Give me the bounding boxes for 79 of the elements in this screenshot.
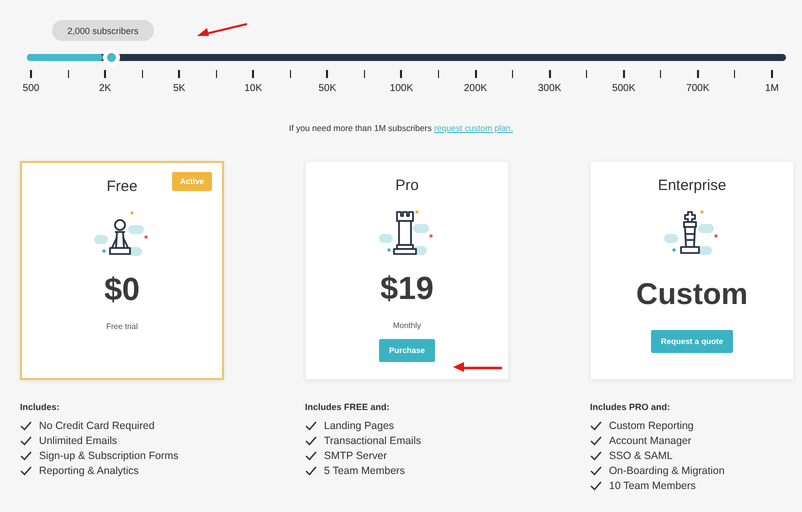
tick-label: 700K	[686, 83, 710, 94]
plan-title: Free	[106, 178, 138, 195]
tick-mark	[660, 70, 662, 78]
tick-mark	[364, 70, 365, 78]
value-tooltip: 2,000 subscribers	[52, 20, 154, 41]
tick-mark	[548, 70, 551, 78]
tick-mark	[696, 70, 699, 78]
feature-text: SMTP Server	[324, 450, 387, 462]
annotation-arrow	[195, 22, 249, 38]
plan-price: $19	[380, 270, 434, 307]
includes-heading: Includes FREE and:	[305, 402, 391, 412]
feature-text: Account Manager	[609, 434, 692, 446]
feature-text: 5 Team Members	[324, 464, 405, 476]
tick-label: 500K	[612, 83, 636, 94]
check-icon	[305, 436, 317, 446]
feature-text: Landing Pages	[324, 420, 394, 432]
slider-track[interactable]	[27, 49, 786, 66]
check-icon	[305, 420, 317, 430]
tick-mark	[104, 70, 106, 78]
check-icon	[590, 480, 602, 490]
plan-button[interactable]: Request a quote	[650, 330, 734, 353]
tick-mark	[622, 70, 625, 78]
custom-plan-link[interactable]: request custom plan.	[434, 123, 513, 133]
feature-text: Custom Reporting	[609, 420, 694, 432]
check-icon	[305, 466, 317, 476]
tick-label: 500	[22, 83, 40, 94]
tick-label: 200K	[464, 83, 488, 94]
tick-mark	[216, 70, 217, 78]
tick-mark	[290, 70, 291, 78]
plan-price: Custom	[636, 278, 748, 312]
plan-title: Pro	[395, 177, 419, 194]
tick-mark	[474, 70, 477, 78]
feature-text: On-Boarding & Migration	[609, 464, 725, 476]
custom-plan-note: If you need more than 1M subscribers request custom plan.	[288, 123, 514, 133]
check-icon	[590, 450, 602, 460]
slider-thumb[interactable]	[102, 49, 120, 66]
tick-label: 2K	[98, 83, 112, 94]
tick-mark	[30, 70, 32, 78]
tick-label: 1M	[764, 83, 779, 94]
feature-text: 10 Team Members	[609, 480, 696, 492]
tick-mark	[734, 70, 736, 78]
feature-text: Transactional Emails	[324, 434, 422, 446]
annotation-arrow	[452, 362, 504, 372]
tick-mark	[142, 70, 143, 78]
check-icon	[20, 436, 32, 446]
tick-label: 100K	[390, 83, 414, 94]
feature-text: Reporting & Analytics	[39, 464, 139, 476]
includes-heading: Includes:	[20, 402, 61, 412]
includes-heading: Includes PRO and:	[590, 402, 672, 412]
price-note: Monthly	[392, 321, 421, 330]
tick-mark	[586, 70, 588, 78]
check-icon	[590, 436, 602, 446]
active-badge: Active	[172, 172, 212, 191]
tick-label: 5K	[173, 83, 186, 94]
feature-text: Unlimited Emails	[39, 434, 118, 446]
check-icon	[20, 466, 32, 476]
price-note: Free trial	[106, 322, 138, 331]
tick-label: 300K	[538, 83, 562, 94]
check-icon	[305, 450, 317, 460]
feature-text: Sign-up & Subscription Forms	[39, 450, 178, 462]
check-icon	[20, 450, 32, 460]
tick-mark	[512, 70, 514, 78]
tick-mark	[438, 70, 440, 78]
check-icon	[590, 466, 602, 476]
tick-mark	[770, 70, 773, 78]
tick-mark	[252, 70, 254, 78]
plan-button[interactable]: Purchase	[378, 339, 436, 362]
tick-mark	[178, 70, 180, 78]
tick-mark	[326, 70, 328, 78]
tick-label: 50K	[318, 83, 336, 94]
check-icon	[20, 420, 32, 430]
plan-price: $0	[104, 271, 140, 308]
feature-text: SSO & SAML	[609, 450, 673, 462]
check-icon	[590, 420, 602, 430]
tick-mark	[68, 70, 69, 78]
tick-label: 10K	[244, 83, 262, 94]
feature-text: No Credit Card Required	[39, 420, 155, 432]
plan-title: Enterprise	[658, 177, 726, 194]
tick-mark	[400, 70, 402, 78]
